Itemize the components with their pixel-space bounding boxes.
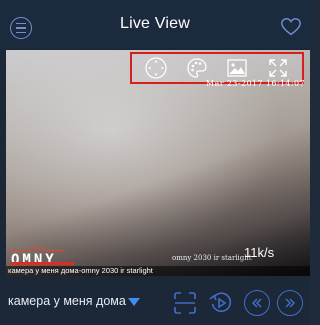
heart-icon[interactable] (280, 16, 302, 38)
logo-decoration (10, 250, 28, 251)
camera-select-value: камера у меня дома (8, 294, 126, 308)
page-title: Live View (120, 15, 190, 32)
channel-label: omny 2030 ir starlight (172, 254, 252, 262)
scan-icon[interactable] (172, 290, 198, 316)
previous-icon[interactable] (244, 290, 270, 316)
bitrate-readout: 11k/s (244, 245, 275, 260)
fullscreen-icon[interactable] (266, 56, 290, 80)
bottom-controls: камера у меня дома (0, 278, 310, 325)
app-header: Live View (0, 0, 310, 48)
logo-underline (10, 262, 74, 265)
palette-icon[interactable] (185, 56, 209, 80)
logo-decoration (46, 250, 64, 251)
camera-select[interactable]: камера у меня дома (6, 288, 166, 314)
next-icon[interactable] (277, 290, 303, 316)
playback-icon[interactable] (208, 290, 234, 316)
live-view-screen: Live View Mar 23-2017 16:14:07 PRO OMNY … (0, 0, 310, 325)
ptz-icon[interactable] (144, 56, 168, 80)
camera-caption: камера у меня дома-omny 2030 ir starligh… (6, 266, 310, 276)
image-icon[interactable] (225, 56, 249, 80)
chevron-down-icon (127, 298, 140, 306)
video-timestamp: Mar 23-2017 16:14:07 (205, 79, 305, 88)
